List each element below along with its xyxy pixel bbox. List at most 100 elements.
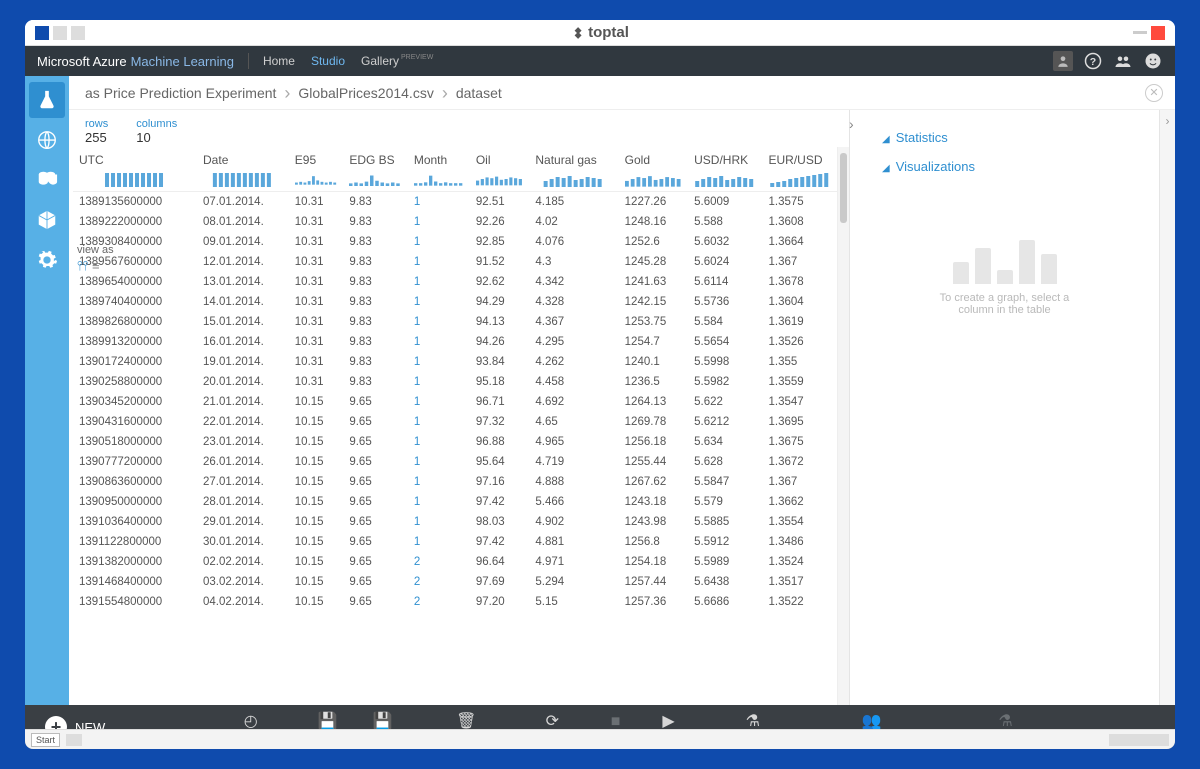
table-row[interactable]: 139155480000004.02.2014.10.159.65297.205…: [73, 592, 837, 612]
column-header[interactable]: USD/HRK: [688, 147, 762, 192]
table-row[interactable]: 138930840000009.01.2014.10.319.83192.854…: [73, 232, 837, 252]
table-cell: 1257.36: [619, 592, 688, 612]
table-cell: 4.367: [529, 312, 618, 332]
table-cell: 1243.98: [619, 512, 688, 532]
sparkline-icon: [625, 171, 682, 187]
user-icon[interactable]: [1053, 51, 1073, 71]
table-cell: 4.971: [529, 552, 618, 572]
nav-gallery[interactable]: GalleryPREVIEW: [361, 54, 433, 68]
taskbar-item[interactable]: [66, 734, 82, 746]
table-cell: 5.5989: [688, 552, 762, 572]
column-header[interactable]: Gold: [619, 147, 688, 192]
table-cell: 1389654000000: [73, 272, 197, 292]
smile-icon[interactable]: [1143, 51, 1163, 71]
table-cell: 10.15: [289, 552, 344, 572]
view-as-control[interactable]: view as ⫯⫯ ≡: [77, 244, 114, 274]
rail-datasets-icon[interactable]: [29, 162, 65, 198]
table-row[interactable]: 139077720000026.01.2014.10.159.65195.644…: [73, 452, 837, 472]
minimize-icon[interactable]: [1133, 31, 1147, 34]
table-cell: 5.5885: [688, 512, 762, 532]
table-cell: 1248.16: [619, 212, 688, 232]
taskbar-tray[interactable]: [1109, 734, 1169, 746]
rows-value: 255: [85, 130, 108, 145]
help-icon[interactable]: ?: [1083, 51, 1103, 71]
column-header[interactable]: Oil: [470, 147, 530, 192]
column-header[interactable]: EUR/USD: [763, 147, 837, 192]
table-row[interactable]: 138991320000016.01.2014.10.319.83194.264…: [73, 332, 837, 352]
nav-studio[interactable]: Studio: [311, 54, 345, 68]
column-header[interactable]: EDG BS: [343, 147, 407, 192]
table-cell: 95.18: [470, 372, 530, 392]
table-cell: 1: [408, 432, 470, 452]
table-row[interactable]: 139017240000019.01.2014.10.319.83193.844…: [73, 352, 837, 372]
window-icon: [35, 26, 49, 40]
table-cell: 04.02.2014.: [197, 592, 289, 612]
table-cell: 1390950000000: [73, 492, 197, 512]
table-cell: 10.31: [289, 212, 344, 232]
breadcrumb-file[interactable]: GlobalPrices2014.csv: [298, 85, 433, 101]
rail-experiments-icon[interactable]: [29, 82, 65, 118]
breadcrumb-experiment[interactable]: as Price Prediction Experiment: [85, 85, 276, 101]
table-row[interactable]: 139146840000003.02.2014.10.159.65297.695…: [73, 572, 837, 592]
table-row[interactable]: 138974040000014.01.2014.10.319.83194.294…: [73, 292, 837, 312]
collapse-right-icon[interactable]: ›: [849, 116, 863, 130]
scrollbar-thumb[interactable]: [840, 153, 847, 223]
right-panel: › ◢Statistics ◢Visualizations To create …: [849, 110, 1159, 705]
svg-text:?: ?: [1090, 56, 1096, 68]
table-row[interactable]: 138913560000007.01.2014.10.319.83192.514…: [73, 192, 837, 213]
table-cell: 4.3: [529, 252, 618, 272]
statistics-section[interactable]: ◢Statistics: [882, 130, 1141, 145]
column-header[interactable]: UTC: [73, 147, 197, 192]
table-cell: 1.3662: [763, 492, 837, 512]
table-row[interactable]: 139112280000030.01.2014.10.159.65197.424…: [73, 532, 837, 552]
table-cell: 1256.18: [619, 432, 688, 452]
table-row[interactable]: 138922200000008.01.2014.10.319.83192.264…: [73, 212, 837, 232]
rail-models-icon[interactable]: [29, 202, 65, 238]
rail-settings-icon[interactable]: [29, 242, 65, 278]
table-row[interactable]: 139103640000029.01.2014.10.159.65198.034…: [73, 512, 837, 532]
table-cell: 10.31: [289, 292, 344, 312]
table-cell: 96.88: [470, 432, 530, 452]
group-icon[interactable]: [1113, 51, 1133, 71]
table-cell: 10.15: [289, 392, 344, 412]
vertical-scrollbar[interactable]: [837, 147, 849, 705]
table-cell: 10.15: [289, 492, 344, 512]
table-row[interactable]: 139043160000022.01.2014.10.159.65197.324…: [73, 412, 837, 432]
column-header[interactable]: Month: [408, 147, 470, 192]
table-row[interactable]: 139138200000002.02.2014.10.159.65296.644…: [73, 552, 837, 572]
table-cell: 10.31: [289, 372, 344, 392]
table-row[interactable]: 139086360000027.01.2014.10.159.65197.164…: [73, 472, 837, 492]
sparkline-icon: [694, 171, 756, 187]
start-button[interactable]: Start: [31, 733, 60, 747]
table-row[interactable]: 138965400000013.01.2014.10.319.83192.624…: [73, 272, 837, 292]
close-icon[interactable]: [1151, 26, 1165, 40]
table-cell: 1.3608: [763, 212, 837, 232]
table-cell: 5.294: [529, 572, 618, 592]
column-header[interactable]: E95: [289, 147, 344, 192]
right-rail-collapse[interactable]: ›: [1159, 110, 1175, 705]
table-row[interactable]: 139095000000028.01.2014.10.159.65197.425…: [73, 492, 837, 512]
table-row[interactable]: 139034520000021.01.2014.10.159.65196.714…: [73, 392, 837, 412]
table-row[interactable]: 139025880000020.01.2014.10.319.83195.184…: [73, 372, 837, 392]
table-cell: 9.83: [343, 272, 407, 292]
view-as-table-icon[interactable]: ≡: [92, 258, 100, 273]
table-row[interactable]: 138982680000015.01.2014.10.319.83194.134…: [73, 312, 837, 332]
visualizations-section[interactable]: ◢Visualizations: [882, 159, 1141, 174]
table-cell: 1.3559: [763, 372, 837, 392]
table-cell: 9.65: [343, 452, 407, 472]
rail-web-icon[interactable]: [29, 122, 65, 158]
column-header[interactable]: Date: [197, 147, 289, 192]
table-row[interactable]: 138956760000012.01.2014.10.319.83191.524…: [73, 252, 837, 272]
table-cell: 1: [408, 472, 470, 492]
table-cell: 4.902: [529, 512, 618, 532]
table-cell: 1236.5: [619, 372, 688, 392]
table-cell: 1243.18: [619, 492, 688, 512]
table-cell: 4.295: [529, 332, 618, 352]
view-as-chart-icon[interactable]: ⫯⫯: [77, 258, 88, 273]
table-cell: 2: [408, 572, 470, 592]
table-row[interactable]: 139051800000023.01.2014.10.159.65196.884…: [73, 432, 837, 452]
column-header[interactable]: Natural gas: [529, 147, 618, 192]
close-panel-icon[interactable]: ✕: [1145, 84, 1163, 102]
nav-home[interactable]: Home: [263, 54, 295, 68]
table-cell: 1: [408, 272, 470, 292]
